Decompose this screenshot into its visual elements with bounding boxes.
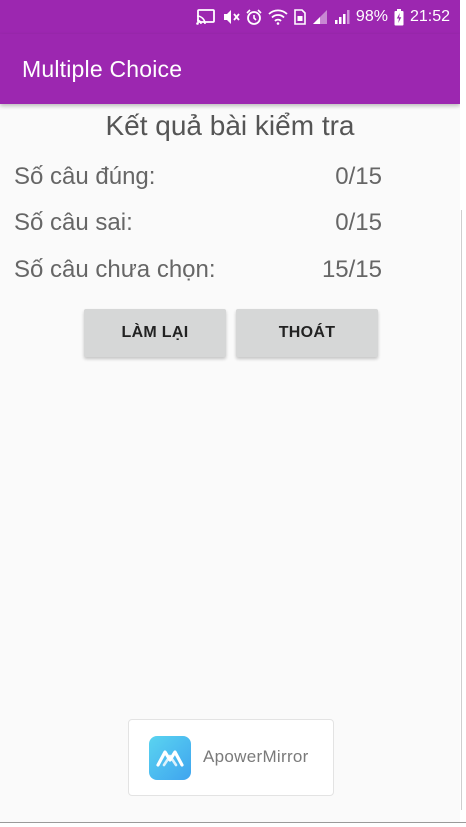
phone-screen: 98% 21:52 Multiple Choice Kết quả bài ki… xyxy=(0,0,460,822)
sim-icon xyxy=(294,9,306,25)
app-bar: Multiple Choice xyxy=(0,34,460,104)
battery-percent: 98% xyxy=(355,8,388,25)
result-title: Kết quả bài kiểm tra xyxy=(105,110,355,141)
apowermirror-logo-icon xyxy=(149,736,191,780)
result-row-wrong: Số câu sai: 0/15 xyxy=(14,209,394,245)
correct-count-value: 0/15 xyxy=(335,163,382,190)
signal-icon xyxy=(312,9,328,25)
watermark-text: ApowerMirror xyxy=(203,747,309,766)
retry-button[interactable]: LÀM LẠI xyxy=(84,309,226,357)
status-bar: 98% 21:52 xyxy=(0,0,460,34)
mute-icon xyxy=(222,9,240,25)
result-row-unanswered: Số câu chưa chọn: 15/15 xyxy=(14,256,394,292)
exit-button[interactable]: THOÁT xyxy=(236,309,378,357)
signal-icon xyxy=(334,9,350,25)
correct-count-label: Số câu đúng: xyxy=(14,163,156,190)
alarm-icon xyxy=(246,9,262,25)
unanswered-count-label: Số câu chưa chọn: xyxy=(14,256,216,283)
clock-time: 21:52 xyxy=(409,8,450,25)
wifi-icon xyxy=(268,9,288,25)
apowermirror-watermark: ApowerMirror xyxy=(128,719,334,796)
wrong-count-value: 0/15 xyxy=(335,209,382,236)
app-title: Multiple Choice xyxy=(22,56,183,82)
unanswered-count-value: 15/15 xyxy=(321,256,382,283)
screen-edge-bottom xyxy=(0,822,466,827)
wrong-count-label: Số câu sai: xyxy=(14,209,133,236)
result-row-correct: Số câu đúng: 0/15 xyxy=(14,163,394,199)
battery-charging-icon xyxy=(394,8,404,26)
screen-edge-line xyxy=(461,210,462,810)
status-icons: 98% 21:52 xyxy=(196,6,450,28)
cast-icon xyxy=(196,9,216,25)
